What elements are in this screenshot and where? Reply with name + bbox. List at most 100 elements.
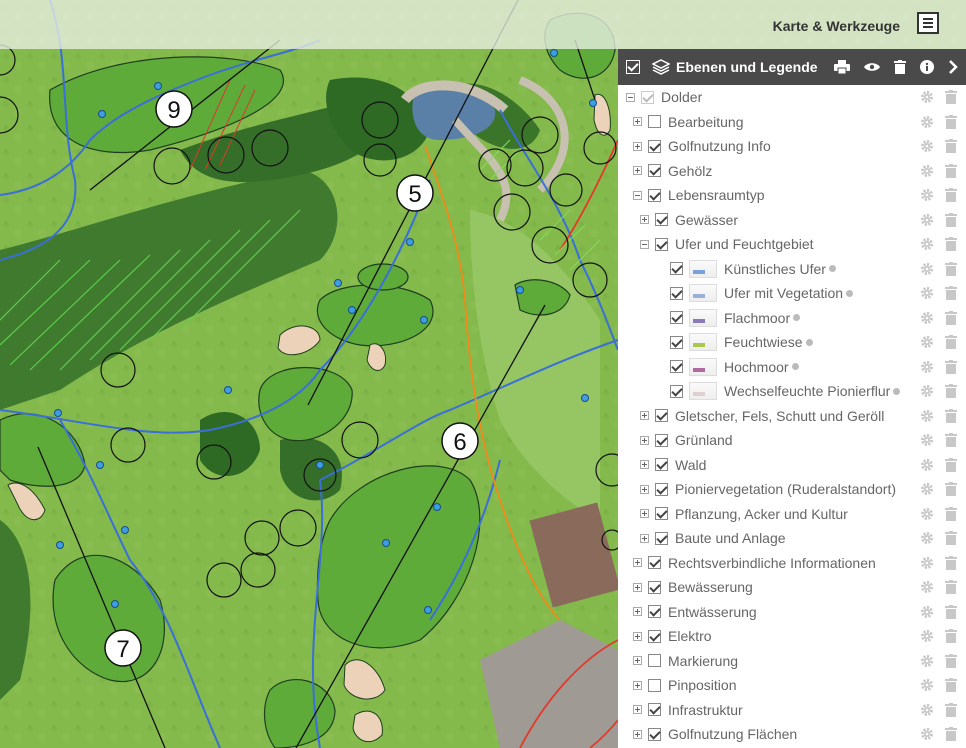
- hamburger-menu-icon[interactable]: [917, 12, 939, 34]
- layer-label[interactable]: Wechselfeuchte Pionierflur: [724, 383, 890, 399]
- layer-row[interactable]: Entwässerung: [618, 600, 966, 625]
- expand-icon[interactable]: [633, 680, 642, 690]
- info-icon[interactable]: [846, 289, 854, 297]
- info-icon[interactable]: [920, 60, 934, 74]
- expand-icon[interactable]: [633, 582, 642, 592]
- settings-gear-icon[interactable]: [920, 531, 934, 545]
- layer-checkbox[interactable]: [655, 531, 668, 545]
- hole-marker-9[interactable]: 9: [155, 90, 193, 128]
- settings-gear-icon[interactable]: [920, 335, 934, 349]
- expand-icon[interactable]: [640, 509, 649, 519]
- layer-checkbox[interactable]: [655, 213, 668, 227]
- layer-label[interactable]: Golfnutzung Info: [668, 138, 771, 154]
- layer-label[interactable]: Golfnutzung Flächen: [668, 726, 797, 742]
- layer-checkbox[interactable]: [641, 90, 654, 104]
- layer-checkbox[interactable]: [648, 188, 661, 202]
- layer-checkbox[interactable]: [670, 335, 683, 349]
- expand-icon[interactable]: [633, 631, 642, 641]
- settings-gear-icon[interactable]: [920, 605, 934, 619]
- delete-trash-icon[interactable]: [944, 261, 958, 276]
- delete-trash-icon[interactable]: [944, 163, 958, 178]
- layer-checkbox[interactable]: [655, 458, 668, 472]
- settings-gear-icon[interactable]: [920, 90, 934, 104]
- layer-label[interactable]: Baute und Anlage: [675, 530, 786, 546]
- settings-gear-icon[interactable]: [920, 286, 934, 300]
- layer-label[interactable]: Pflanzung, Acker und Kultur: [675, 506, 848, 522]
- expand-icon[interactable]: [633, 656, 642, 666]
- settings-gear-icon[interactable]: [920, 556, 934, 570]
- settings-gear-icon[interactable]: [920, 654, 934, 668]
- delete-trash-icon[interactable]: [944, 555, 958, 570]
- layer-label[interactable]: Gewässer: [675, 212, 738, 228]
- layer-checkbox[interactable]: [670, 384, 683, 398]
- delete-trash-icon[interactable]: [944, 359, 958, 374]
- delete-trash-icon[interactable]: [944, 702, 958, 717]
- layer-row[interactable]: Wald: [618, 453, 966, 478]
- layer-row[interactable]: Rechtsverbindliche Informationen: [618, 551, 966, 576]
- tools-title[interactable]: Karte & Werkzeuge: [773, 18, 900, 34]
- layer-label[interactable]: Bearbeitung: [668, 114, 744, 130]
- expand-icon[interactable]: [633, 558, 642, 568]
- delete-trash-icon[interactable]: [944, 727, 958, 741]
- layer-checkbox[interactable]: [655, 507, 668, 521]
- settings-gear-icon[interactable]: [920, 703, 934, 717]
- expand-icon[interactable]: [633, 729, 642, 739]
- info-icon[interactable]: [805, 338, 813, 346]
- expand-icon[interactable]: [640, 484, 649, 494]
- delete-trash-icon[interactable]: [944, 188, 958, 202]
- layer-row[interactable]: Künstliches Ufer: [618, 257, 966, 282]
- layer-checkbox[interactable]: [648, 654, 661, 668]
- settings-gear-icon[interactable]: [920, 384, 934, 398]
- layer-row[interactable]: Hochmoor: [618, 355, 966, 380]
- layer-checkbox[interactable]: [670, 360, 683, 374]
- delete-trash-icon[interactable]: [944, 580, 958, 594]
- layer-checkbox[interactable]: [648, 115, 661, 129]
- delete-trash-icon[interactable]: [944, 678, 958, 692]
- layer-label[interactable]: Ufer und Feuchtgebiet: [675, 236, 814, 252]
- settings-gear-icon[interactable]: [920, 311, 934, 325]
- delete-trash-icon[interactable]: [944, 212, 958, 227]
- info-icon[interactable]: [893, 387, 901, 395]
- layer-checkbox[interactable]: [670, 311, 683, 325]
- delete-trash-icon[interactable]: [944, 139, 958, 153]
- layer-checkbox[interactable]: [670, 262, 683, 276]
- layer-label[interactable]: Gletscher, Fels, Schutt und Geröll: [675, 408, 884, 424]
- layer-label[interactable]: Elektro: [668, 628, 712, 644]
- expand-icon[interactable]: [640, 435, 649, 445]
- layer-label[interactable]: Entwässerung: [668, 604, 757, 620]
- delete-trash-icon[interactable]: [944, 482, 958, 496]
- layer-checkbox[interactable]: [655, 482, 668, 496]
- layer-row[interactable]: Infrastruktur: [618, 698, 966, 723]
- settings-gear-icon[interactable]: [920, 580, 934, 594]
- expand-icon[interactable]: [640, 460, 649, 470]
- delete-trash-icon[interactable]: [944, 237, 958, 251]
- collapse-icon[interactable]: [633, 190, 642, 200]
- settings-gear-icon[interactable]: [920, 482, 934, 496]
- layer-row[interactable]: Pflanzung, Acker und Kultur: [618, 502, 966, 527]
- settings-gear-icon[interactable]: [920, 507, 934, 521]
- settings-gear-icon[interactable]: [920, 139, 934, 153]
- delete-trash-icon[interactable]: [944, 433, 958, 447]
- delete-trash-icon[interactable]: [944, 335, 958, 349]
- layer-row[interactable]: Gehölz: [618, 159, 966, 184]
- layer-label[interactable]: Dolder: [661, 89, 702, 105]
- delete-trash-icon[interactable]: [944, 457, 958, 472]
- delete-trash-icon[interactable]: [944, 114, 958, 129]
- layer-row[interactable]: Lebensraumtyp: [618, 183, 966, 208]
- layer-checkbox[interactable]: [655, 237, 668, 251]
- expand-icon[interactable]: [633, 705, 642, 715]
- layer-label[interactable]: Feuchtwiese: [724, 334, 803, 350]
- layer-checkbox[interactable]: [648, 605, 661, 619]
- layer-label[interactable]: Pinposition: [668, 677, 737, 693]
- layer-row[interactable]: Pinposition: [618, 673, 966, 698]
- hole-marker-5[interactable]: 5: [396, 174, 434, 212]
- hole-marker-7[interactable]: 7: [104, 629, 142, 667]
- layer-checkbox[interactable]: [648, 629, 661, 643]
- settings-gear-icon[interactable]: [920, 164, 934, 178]
- layer-row[interactable]: Gletscher, Fels, Schutt und Geröll: [618, 404, 966, 429]
- hole-marker-6[interactable]: 6: [441, 422, 479, 460]
- settings-gear-icon[interactable]: [920, 188, 934, 202]
- expand-icon[interactable]: [640, 411, 649, 421]
- layer-checkbox[interactable]: [655, 433, 668, 447]
- expand-icon[interactable]: [640, 533, 649, 543]
